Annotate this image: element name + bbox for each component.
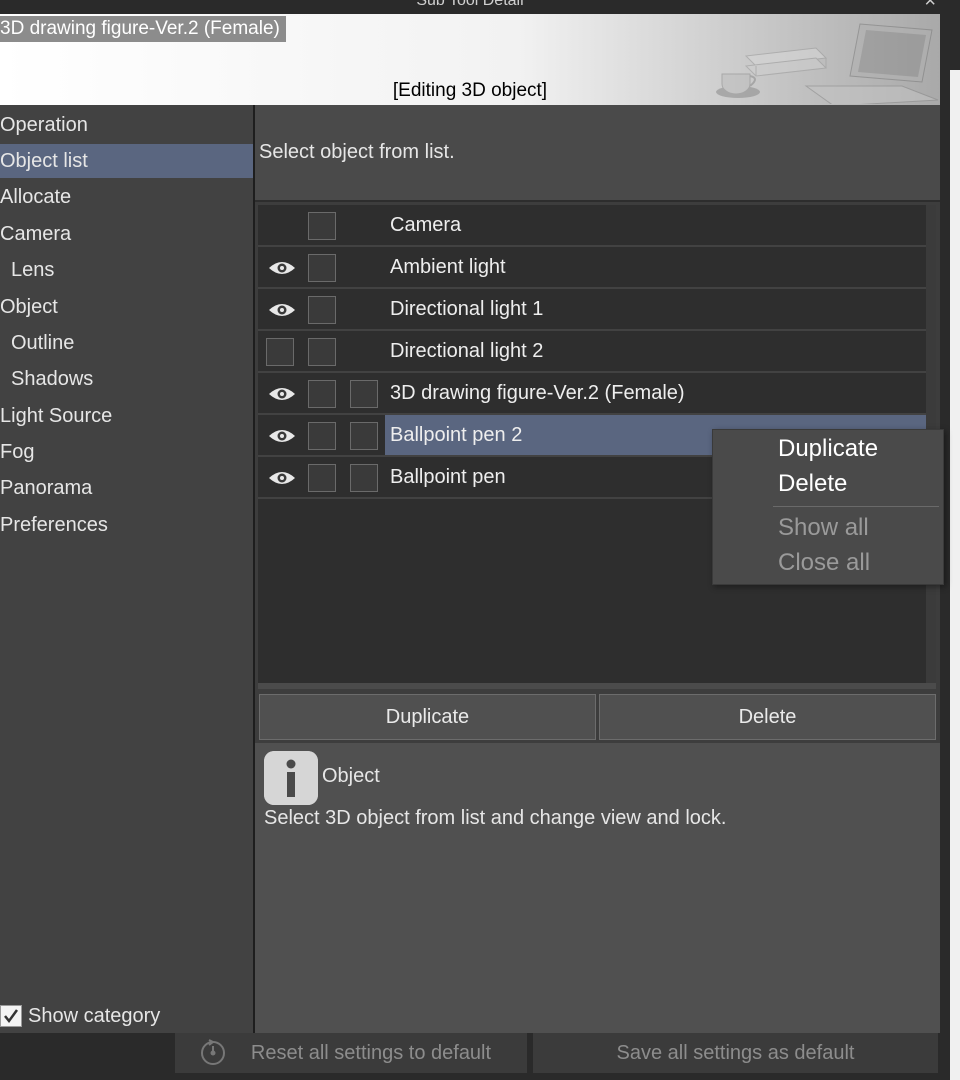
context-separator [773, 506, 939, 507]
delete-button[interactable]: Delete [599, 694, 936, 740]
duplicate-button[interactable]: Duplicate [259, 694, 596, 740]
option-checkbox[interactable] [350, 422, 378, 450]
category-camera[interactable]: Camera [0, 217, 253, 251]
checkmark-icon [4, 1009, 19, 1024]
save-defaults-button[interactable]: Save all settings as default [533, 1033, 938, 1073]
context-close-all: Close all [778, 549, 871, 576]
reset-defaults-button[interactable]: Reset all settings to default [175, 1033, 527, 1073]
figure-name-label: 3D drawing figure-Ver.2 (Female) [0, 16, 286, 42]
object-name: Directional light 1 [390, 298, 544, 320]
lock-checkbox[interactable] [308, 380, 336, 408]
reset-defaults-label: Reset all settings to default [250, 1042, 492, 1064]
category-object[interactable]: Object [0, 290, 253, 324]
category-light-source[interactable]: Light Source [0, 399, 253, 433]
category-preferences[interactable]: Preferences [0, 508, 253, 542]
list-item[interactable]: Directional light 1 [258, 289, 926, 331]
window-title: Sub Tool Detail [416, 0, 524, 9]
desk-illustration-icon [716, 23, 939, 104]
footer-bar: Reset all settings to default Save all s… [0, 1033, 940, 1080]
list-item[interactable]: Camera [258, 205, 926, 247]
category-sidebar: Operation Object list Allocate Camera Le… [0, 105, 253, 1033]
background-strip [950, 70, 960, 1080]
reset-icon [201, 1039, 225, 1065]
list-item[interactable]: 3D drawing figure-Ver.2 (Female) [258, 373, 926, 415]
info-title: Object [322, 765, 380, 787]
info-panel: Object Select 3D object from list and ch… [255, 743, 940, 1033]
category-operation[interactable]: Operation [0, 108, 253, 142]
close-icon[interactable]: × [924, 0, 936, 13]
info-description: Select 3D object from list and change vi… [264, 807, 727, 829]
context-menu: Duplicate Delete Show all Close all [712, 429, 944, 585]
show-category-checkbox[interactable] [0, 1005, 22, 1027]
panel-header: Select object from list. [255, 105, 940, 202]
category-object-list[interactable]: Object list [0, 144, 253, 178]
show-category-label: Show category [28, 1004, 161, 1027]
window-titlebar: Sub Tool Detail × [0, 0, 940, 14]
category-panorama[interactable]: Panorama [0, 471, 253, 505]
lock-checkbox[interactable] [308, 212, 336, 240]
eye-icon[interactable] [268, 427, 296, 445]
context-show-all: Show all [778, 514, 869, 541]
eye-icon[interactable] [268, 469, 296, 487]
lock-checkbox[interactable] [308, 464, 336, 492]
category-allocate[interactable]: Allocate [0, 180, 253, 214]
header-banner: 3D drawing figure-Ver.2 (Female) [Editin… [0, 14, 940, 105]
visibility-checkbox[interactable] [266, 338, 294, 366]
info-icon [264, 751, 318, 805]
eye-icon[interactable] [268, 259, 296, 277]
object-name: 3D drawing figure-Ver.2 (Female) [390, 382, 685, 404]
category-shadows[interactable]: Shadows [0, 362, 253, 396]
object-name: Ambient light [390, 256, 506, 278]
context-duplicate[interactable]: Duplicate [778, 435, 878, 463]
category-outline[interactable]: Outline [0, 326, 253, 360]
lock-checkbox[interactable] [308, 296, 336, 324]
category-fog[interactable]: Fog [0, 435, 253, 469]
lock-checkbox[interactable] [308, 338, 336, 366]
lock-checkbox[interactable] [308, 254, 336, 282]
eye-icon[interactable] [268, 385, 296, 403]
option-checkbox[interactable] [350, 380, 378, 408]
category-lens[interactable]: Lens [0, 253, 253, 287]
list-item[interactable]: Ambient light [258, 247, 926, 289]
object-name: Camera [390, 214, 462, 236]
option-checkbox[interactable] [350, 464, 378, 492]
context-delete[interactable]: Delete [778, 470, 847, 498]
instruction-text: Select object from list. [259, 141, 455, 163]
eye-icon[interactable] [268, 301, 296, 319]
list-item[interactable]: Directional light 2 [258, 331, 926, 373]
horizontal-scrollbar[interactable] [258, 683, 936, 689]
lock-checkbox[interactable] [308, 422, 336, 450]
object-name: Directional light 2 [390, 340, 544, 362]
show-category-toggle[interactable]: Show category [0, 1000, 160, 1032]
